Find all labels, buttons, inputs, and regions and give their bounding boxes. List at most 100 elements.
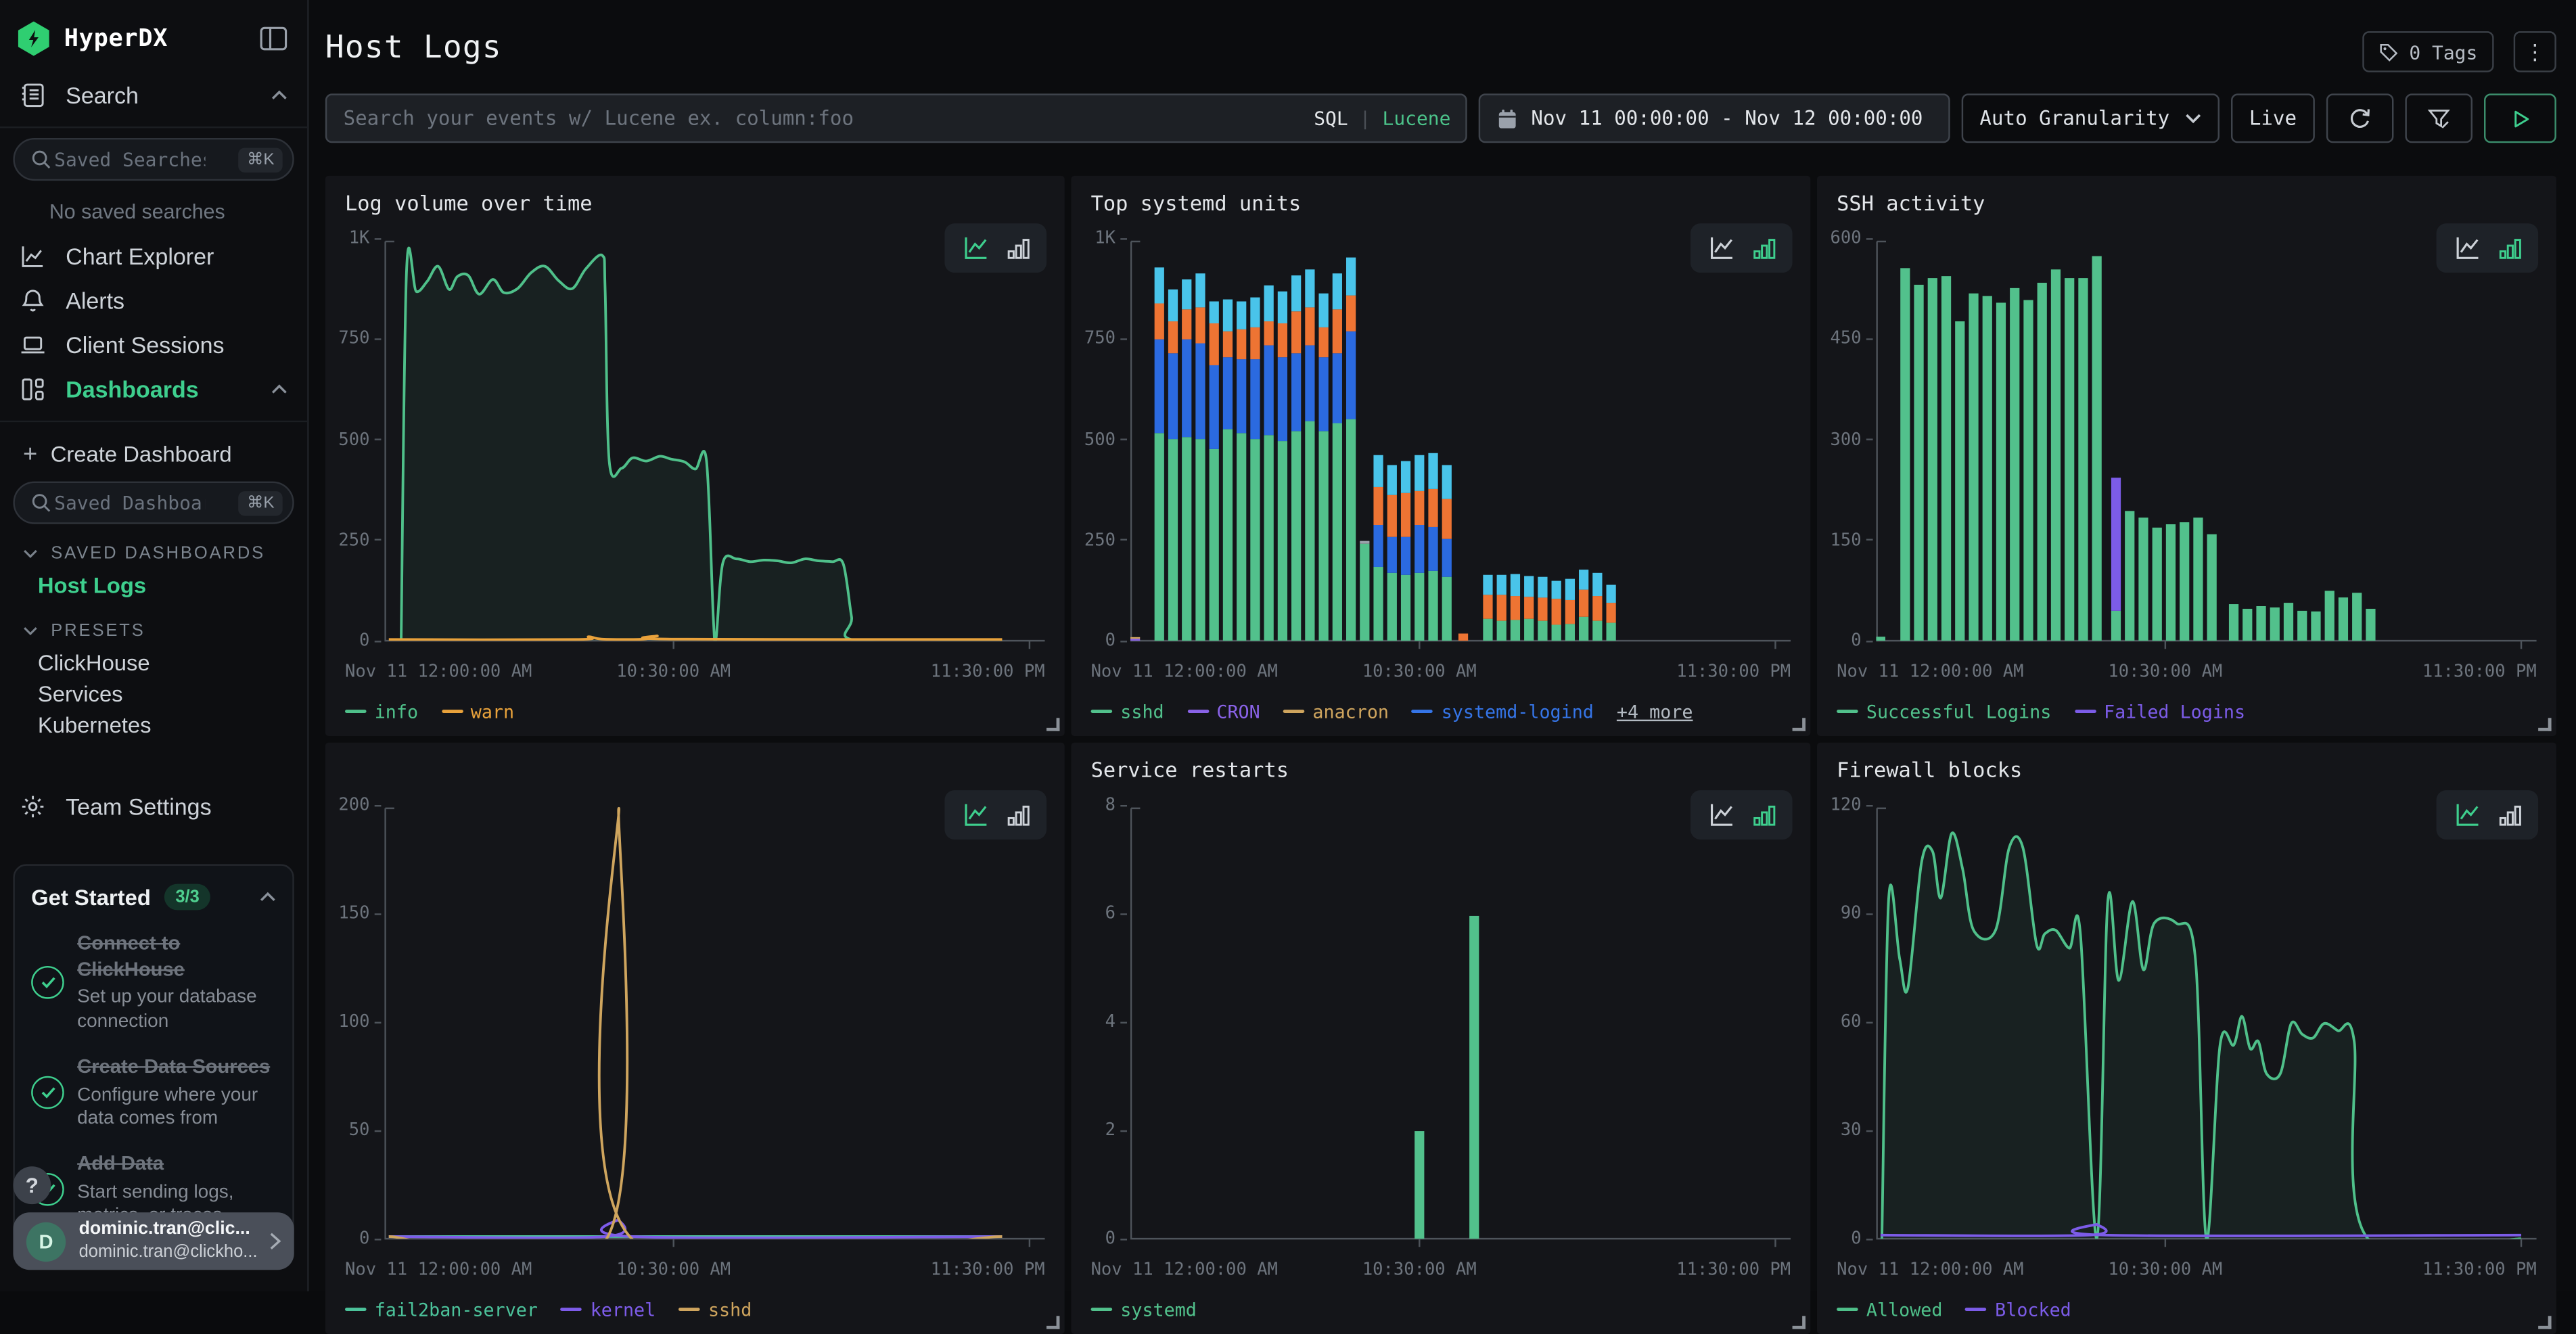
legend-item[interactable]: anacron [1283,701,1389,722]
sidebar-link-kubernetes[interactable]: Kubernetes [0,710,307,741]
date-range-picker[interactable]: Nov 11 00:00:00 - Nov 12 00:00:00 [1479,93,1950,143]
section-saved-dashboards[interactable]: SAVED DASHBOARDS [0,537,307,570]
get-started-item-connect[interactable]: Connect to ClickHouse Set up your databa… [31,932,276,1033]
chart-plot[interactable] [1876,238,2536,651]
legend-item[interactable]: systemd-logind [1412,701,1594,722]
bell-icon [20,287,49,313]
chart-plot[interactable] [384,805,1044,1249]
y-tick-label: 90 [1841,904,1873,923]
get-started-item-desc: Set up your database connection [77,986,276,1034]
legend-item[interactable]: +4 more [1617,701,1693,722]
legend-item[interactable]: Failed Logins [2074,701,2245,722]
legend-item[interactable]: sshd [1091,701,1164,722]
y-tick-label: 1K [1095,229,1127,248]
chevron-up-icon [271,384,288,394]
bar-chart-icon[interactable] [1751,802,1777,828]
run-query-button[interactable] [2484,93,2556,143]
create-dashboard-button[interactable]: + Create Dashboard [0,432,307,475]
legend-item[interactable]: Successful Logins [1837,701,2051,722]
section-presets[interactable]: PRESETS [0,614,307,647]
resize-handle-icon[interactable] [2538,1316,2551,1329]
y-tick-label: 4 [1105,1012,1127,1032]
x-tick-label: Nov 11 12:00:00 AM [1091,662,1278,682]
sidebar-item-dashboards[interactable]: Dashboards [0,367,307,411]
x-tick-label: 11:30:00 PM [931,662,1045,682]
panel-auth-lines: 200150100500 Nov 11 12:00:00 AM10:30:00 … [325,743,1065,1334]
sidebar-item-client-sessions[interactable]: Client Sessions [0,322,307,367]
y-tick-label: 600 [1831,229,1873,248]
chart-plot[interactable] [384,238,1044,651]
sidebar-item-label: Client Sessions [66,331,224,357]
resize-handle-icon[interactable] [1046,718,1059,731]
y-tick-label: 0 [359,631,381,651]
sidebar-link-host-logs[interactable]: Host Logs [0,570,307,601]
line-chart-icon[interactable] [960,233,990,263]
legend-item[interactable]: Allowed [1837,1299,1942,1320]
tags-button[interactable]: 0 Tags [2363,31,2493,72]
line-chart-icon[interactable] [1706,800,1736,830]
line-chart-icon[interactable] [2452,233,2482,263]
sidebar-item-label: Alerts [66,287,124,313]
legend-item[interactable]: sshd [678,1299,752,1320]
dashboard-grid: Log volume over time 1K7505002500 Nov 11… [325,176,2556,1334]
user-menu[interactable]: D dominic.tran@clic... dominic.tran@clic… [13,1212,294,1270]
toolbar: SQL | Lucene Nov 11 00:00:00 - Nov 12 00… [325,93,2556,143]
saved-searches-field[interactable] [51,146,208,172]
panel-menu-button[interactable]: ⋮ [2514,31,2556,72]
granularity-value: Auto Granularity [1979,107,2169,130]
resize-handle-icon[interactable] [1046,1316,1059,1329]
filter-button[interactable] [2405,93,2472,143]
bar-chart-icon[interactable] [2496,235,2523,261]
bar-chart-icon[interactable] [1005,235,1031,261]
y-tick-label: 150 [338,904,381,923]
get-started-header[interactable]: Get Started 3/3 [31,884,276,911]
line-chart-icon[interactable] [2452,800,2482,830]
sidebar-item-search[interactable]: Search [0,72,307,117]
refresh-button[interactable] [2326,93,2394,143]
help-button[interactable]: ? [13,1166,51,1204]
sidebar-link-clickhouse[interactable]: ClickHouse [0,647,307,678]
resize-handle-icon[interactable] [1793,718,1806,731]
live-button[interactable]: Live [2231,93,2315,143]
sidebar-item-alerts[interactable]: Alerts [0,277,307,322]
y-tick-label: 500 [338,430,381,449]
legend-item[interactable]: fail2ban-server [345,1299,538,1320]
saved-searches-input[interactable]: ⌘K [13,138,294,181]
sidebar-item-chart-explorer[interactable]: Chart Explorer [0,233,307,278]
bar-chart-icon[interactable] [2496,802,2523,828]
line-chart-icon[interactable] [1706,233,1736,263]
granularity-select[interactable]: Auto Granularity [1962,93,2220,143]
panel-log-volume: Log volume over time 1K7505002500 Nov 11… [325,176,1065,736]
chart-plot[interactable] [1130,238,1791,651]
chart-type-toggle [2437,790,2539,840]
create-dashboard-label: Create Dashboard [51,441,232,465]
chart-plot[interactable] [1876,805,2536,1249]
legend-item[interactable]: systemd [1091,1299,1197,1320]
legend-item[interactable]: kernel [561,1299,656,1320]
event-search-input[interactable] [325,93,1467,143]
y-axis-labels: 1K7505002500 [325,238,383,641]
line-chart-icon[interactable] [960,800,990,830]
sidebar-link-services[interactable]: Services [0,678,307,710]
saved-dashboards-input[interactable]: ⌘K [13,482,294,524]
sidebar-collapse-icon[interactable] [260,26,288,51]
sidebar-item-team-settings[interactable]: Team Settings [0,783,307,828]
sql-toggle[interactable]: SQL [1314,107,1348,130]
get-started-item-sources[interactable]: Create Data Sources Configure where your… [31,1055,276,1131]
y-tick-label: 0 [1105,631,1127,651]
lucene-toggle[interactable]: Lucene [1383,107,1451,130]
chart-plot[interactable] [1130,805,1791,1249]
legend-item[interactable]: Blocked [1965,1299,2071,1320]
bar-chart-icon[interactable] [1751,235,1777,261]
legend-item[interactable]: warn [441,701,514,722]
legend-item[interactable]: CRON [1187,701,1260,722]
resize-handle-icon[interactable] [2538,718,2551,731]
panel-firewall-blocks: Firewall blocks 1209060300 Nov 11 12:00:… [1817,743,2556,1334]
saved-dashboards-field[interactable] [51,490,208,516]
legend-item[interactable]: info [345,701,418,722]
check-circle-icon [31,1076,64,1109]
resize-handle-icon[interactable] [1793,1316,1806,1329]
y-axis-labels: 1209060300 [1817,805,1874,1239]
bar-chart-icon[interactable] [1005,802,1031,828]
y-axis-labels: 1K7505002500 [1071,238,1128,641]
